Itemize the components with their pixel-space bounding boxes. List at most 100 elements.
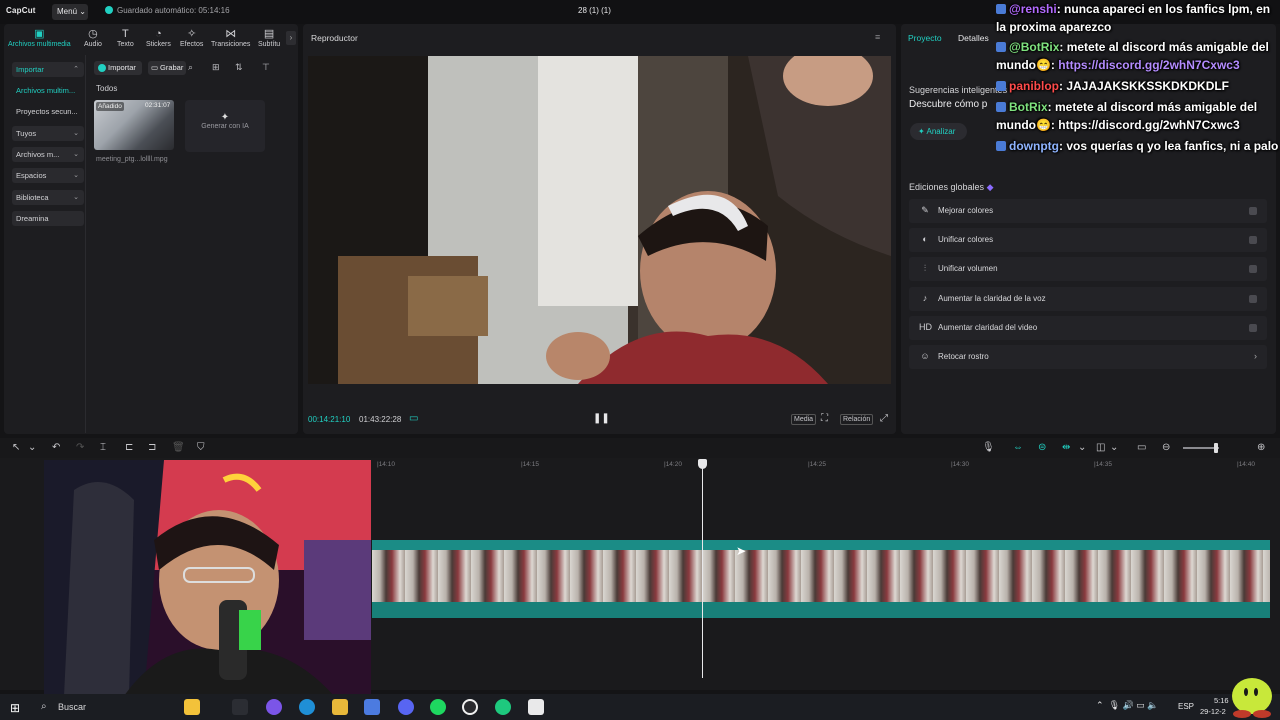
unify-volume-icon: ⫶ <box>923 263 927 273</box>
sidebar-item-4[interactable]: Archivos m... ⌄ <box>12 147 84 162</box>
sidebar-item-0[interactable]: Importar ⌃ <box>12 62 84 77</box>
app-logo: CapCut <box>6 6 36 15</box>
global-edit-item[interactable]: HD Aumentar claridad del video <box>909 316 1267 340</box>
obs-icon[interactable] <box>462 699 478 715</box>
chevron-down-icon[interactable]: ⌄ <box>1078 442 1086 453</box>
ruler-tick-label: |14:40 <box>1237 461 1255 468</box>
capcut-icon[interactable] <box>528 699 544 715</box>
global-edit-item[interactable]: ✎ Mejorar colores <box>909 199 1267 223</box>
tool-tab-sticker[interactable]: ◔ Stickers <box>146 28 171 48</box>
language-indicator[interactable]: ESP <box>1178 702 1194 711</box>
system-tray[interactable]: ⌃ 🎙 🔊 ▭ 🔈 <box>1096 700 1159 711</box>
ratio-button[interactable]: Relación <box>840 414 874 425</box>
chevron-down-icon[interactable]: ⌄ <box>28 442 36 453</box>
chat-link[interactable]: https://discord.gg/2whN7Cxwc3 <box>1058 58 1239 72</box>
chat-badge-icon <box>996 42 1006 52</box>
chevron-down-icon[interactable]: ⌄ <box>1110 442 1118 453</box>
global-edit-item[interactable]: ⫶ Unificar volumen <box>909 257 1267 281</box>
widgets-icon[interactable] <box>184 699 200 715</box>
video-clip-frames[interactable] <box>372 550 1270 602</box>
global-edit-item[interactable]: ♪ Aumentar la claridad de la voz <box>909 287 1267 311</box>
video-preview[interactable] <box>308 56 891 384</box>
select-tool-icon[interactable]: ↖ <box>12 442 20 453</box>
redo-icon[interactable]: ↷ <box>76 442 84 453</box>
tool-tab-media[interactable]: ▣ Archivos multimedia <box>8 28 71 48</box>
sidebar-item-1[interactable]: Archivos multim... <box>12 83 84 98</box>
trim-left-icon[interactable]: ⊏ <box>125 442 133 453</box>
analyze-button[interactable]: ✦ Analizar <box>910 123 967 140</box>
toggle-switch[interactable] <box>1249 324 1257 332</box>
import-button[interactable]: Importar <box>94 61 142 75</box>
sort-icon[interactable]: ⇅ <box>235 62 243 73</box>
tab-details[interactable]: Detalles <box>958 33 989 43</box>
global-edit-item[interactable]: ☺ Retocar rostro › <box>909 345 1267 369</box>
chatterino-icon[interactable] <box>495 699 511 715</box>
tool-tab-audio[interactable]: ◷ Audio <box>84 28 102 48</box>
timeline-ruler[interactable] <box>372 458 1280 472</box>
tools-scroll-right-icon[interactable]: › <box>286 31 296 45</box>
audio-waveform[interactable] <box>372 602 1270 618</box>
store-icon[interactable] <box>364 699 380 715</box>
toggle-switch[interactable] <box>1249 295 1257 303</box>
waveform-icon[interactable]: ▭ <box>409 413 418 424</box>
tool-tab-transitions[interactable]: ⋈ Transiciones <box>211 28 250 48</box>
snap-icon[interactable]: ⇹ <box>1062 442 1070 453</box>
spotify-icon[interactable] <box>430 699 446 715</box>
preview-axis-icon[interactable]: ◫ <box>1096 442 1105 453</box>
undo-icon[interactable]: ↶ <box>52 442 60 453</box>
sidebar-item-5[interactable]: Espacios ⌄ <box>12 168 84 183</box>
zoom-out-icon[interactable]: ⊖ <box>1162 442 1170 453</box>
discord-icon[interactable] <box>398 699 414 715</box>
task-view-icon[interactable] <box>232 699 248 715</box>
filter-icon[interactable]: ⊤ <box>262 62 270 73</box>
project-title[interactable]: 28 (1) (1) <box>578 6 611 15</box>
tool-tab-effects[interactable]: ✧ Efectos <box>180 28 203 48</box>
toggle-switch[interactable] <box>1249 265 1257 273</box>
generate-ai-card[interactable]: ✦ Generar con IA <box>185 100 265 152</box>
fullscreen-icon[interactable]: ⤢ <box>880 413 888 424</box>
sidebar-item-2[interactable]: Proyectos secun... <box>12 104 84 119</box>
toggle-switch[interactable] <box>1249 207 1257 215</box>
generate-ai-label: Generar con IA <box>201 123 249 130</box>
playhead-handle[interactable] <box>698 459 707 469</box>
tool-tab-subtitles[interactable]: ▤ Subtítu <box>258 28 280 48</box>
media-button[interactable]: Media <box>791 414 817 425</box>
grid-view-icon[interactable]: ⊞ <box>212 62 220 73</box>
sidebar-item-6[interactable]: Biblioteca ⌄ <box>12 190 84 205</box>
webcam-overlay <box>44 460 371 696</box>
microphone-icon[interactable]: 🎙 <box>982 442 995 453</box>
ruler-tick-label: |14:25 <box>808 461 826 468</box>
trim-right-icon[interactable]: ⊐ <box>148 442 156 453</box>
global-edit-item[interactable]: ◐ Unificar colores <box>909 228 1267 252</box>
tab-project[interactable]: Proyecto <box>908 33 942 43</box>
shield-icon[interactable]: ⛉ <box>197 442 205 453</box>
player-menu-icon[interactable]: ≡ <box>875 32 880 42</box>
clock-date[interactable]: 29-12-2 <box>1200 707 1226 716</box>
toggle-switch[interactable] <box>1249 236 1257 244</box>
playhead[interactable] <box>702 462 703 678</box>
delete-icon[interactable]: 🗑 <box>172 442 185 453</box>
edge-icon[interactable] <box>299 699 315 715</box>
sidebar-item-3[interactable]: Tuyos ⌄ <box>12 126 84 141</box>
sidebar-item-7[interactable]: Dreamina <box>12 211 84 226</box>
subtitle-track-icon[interactable]: ▭ <box>1137 442 1146 453</box>
sidebar-item-label: Importar <box>16 65 44 74</box>
menu-button[interactable]: Menú ⌄ <box>52 4 88 20</box>
zoom-in-icon[interactable]: ⊕ <box>1257 442 1265 453</box>
split-icon[interactable]: ⌶ <box>100 442 106 453</box>
copilot-icon[interactable] <box>266 699 282 715</box>
record-button[interactable]: ▭ Grabar <box>148 61 186 75</box>
zoom-slider-handle[interactable] <box>1214 443 1218 453</box>
tool-tab-text[interactable]: T Texto <box>117 28 134 48</box>
pause-button[interactable]: ❚❚ <box>593 413 610 424</box>
magnet-icon[interactable]: ⊜ <box>1038 442 1046 453</box>
file-explorer-icon[interactable] <box>332 699 348 715</box>
tool-tab-label: Transiciones <box>211 41 251 48</box>
enhance-colors-icon: ✎ <box>921 205 929 215</box>
video-clip-header[interactable] <box>372 540 1270 550</box>
windows-start-icon[interactable]: ⊞ <box>10 701 20 715</box>
link-clips-icon[interactable]: ⇔ <box>1013 442 1023 453</box>
global-edit-label: Mejorar colores <box>938 206 994 215</box>
crop-icon[interactable]: ⛶ <box>821 413 828 424</box>
search-icon[interactable]: ⌕ <box>188 62 193 73</box>
